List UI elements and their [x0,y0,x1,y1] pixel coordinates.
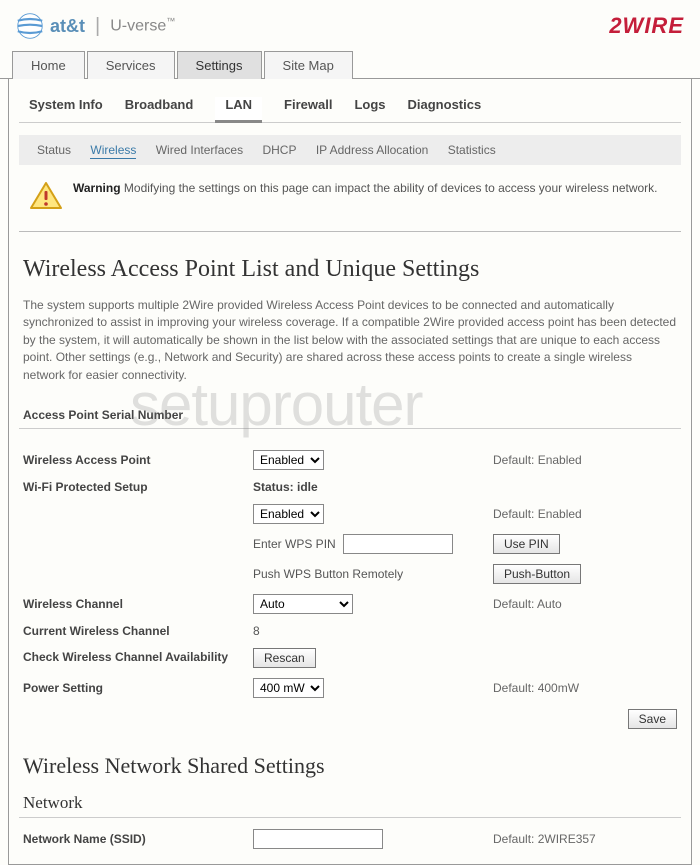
default-channel: Default: Auto [493,597,562,611]
input-ssid[interactable] [253,829,383,849]
subtab-diagnostics[interactable]: Diagnostics [408,97,482,122]
warning-box: Warning Modifying the settings on this p… [19,177,681,232]
nav-statistics[interactable]: Statistics [448,143,496,157]
wps-status: Status: idle [253,480,318,494]
nav-wired[interactable]: Wired Interfaces [156,143,243,157]
default-power: Default: 400mW [493,681,579,695]
uverse-text: U-verse™ [110,16,175,35]
warning-icon [29,181,63,211]
logo-att-uverse: at&t | U-verse™ [16,12,175,40]
nav-status[interactable]: Status [37,143,71,157]
button-usepin[interactable]: Use PIN [493,534,560,554]
page-description: The system supports multiple 2Wire provi… [19,297,681,384]
tab-settings[interactable]: Settings [177,51,262,79]
shared-settings-title: Wireless Network Shared Settings [19,753,681,779]
subtab-broadband[interactable]: Broadband [125,97,194,122]
brand-divider: | [95,15,100,38]
subtab-lan[interactable]: LAN [215,97,262,123]
select-wps[interactable]: Enabled [253,504,324,524]
globe-icon [16,12,44,40]
warning-label: Warning [73,181,121,195]
twowire-logo: 2WIRE [609,13,684,39]
tab-home[interactable]: Home [12,51,85,79]
label-ssid: Network Name (SSID) [23,832,253,846]
label-wap: Wireless Access Point [23,453,253,467]
select-wap[interactable]: Enabled [253,450,324,470]
nav-wireless[interactable]: Wireless [90,143,136,159]
default-ssid: Default: 2WIRE357 [493,832,596,846]
nav-ipalloc[interactable]: IP Address Allocation [316,143,429,157]
button-save[interactable]: Save [628,709,677,729]
label-power: Power Setting [23,681,253,695]
tertiary-nav: Status Wireless Wired Interfaces DHCP IP… [19,135,681,165]
tab-services[interactable]: Services [87,51,175,79]
sub-tabs: System Info Broadband LAN Firewall Logs … [19,89,681,123]
content-box: System Info Broadband LAN Firewall Logs … [8,79,692,865]
main-tabs: Home Services Settings Site Map [0,50,700,79]
label-wpspin: Enter WPS PIN [253,537,336,551]
default-wps: Default: Enabled [493,507,582,521]
nav-dhcp[interactable]: DHCP [262,143,296,157]
value-currentchannel: 8 [253,624,493,638]
header: at&t | U-verse™ 2WIRE [0,0,700,50]
select-channel[interactable]: Auto [253,594,353,614]
input-wpspin[interactable] [343,534,453,554]
subtab-systeminfo[interactable]: System Info [29,97,103,122]
warning-text: Modifying the settings on this page can … [124,181,658,195]
subtab-firewall[interactable]: Firewall [284,97,332,122]
page-title: Wireless Access Point List and Unique Se… [19,256,681,283]
select-power[interactable]: 400 mW [253,678,324,698]
tab-sitemap[interactable]: Site Map [264,51,353,79]
label-wpspush: Push WPS Button Remotely [253,567,493,581]
button-rescan[interactable]: Rescan [253,648,316,668]
att-text: at&t [50,16,85,37]
label-wps: Wi-Fi Protected Setup [23,480,253,494]
subtab-logs[interactable]: Logs [354,97,385,122]
network-head: Network [19,793,681,818]
default-wap: Default: Enabled [493,453,582,467]
label-currentchannel: Current Wireless Channel [23,624,253,638]
section-ap-serial: Access Point Serial Number [19,404,681,429]
label-channel: Wireless Channel [23,597,253,611]
button-pushbutton[interactable]: Push-Button [493,564,581,584]
label-checkavail: Check Wireless Channel Availability [23,650,253,666]
